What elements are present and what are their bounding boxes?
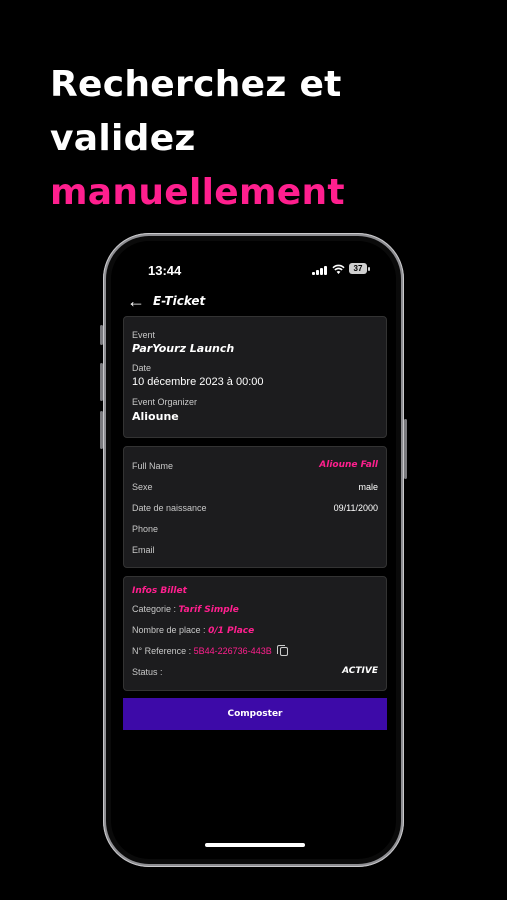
app-bar: ← E-Ticket	[127, 291, 205, 311]
reference-value: 5B44-226736-443B	[193, 646, 272, 656]
volume-down-button	[100, 411, 103, 449]
places-label: Nombre de place : 0/1 Place	[132, 625, 255, 636]
event-card: Event ParYourz Launch Date 10 décembre 2…	[123, 316, 387, 438]
category-value: Tarif Simple	[178, 605, 239, 615]
sexe-label: Sexe	[132, 482, 153, 492]
status-badge: ACTIVE	[342, 666, 378, 676]
ticket-card: Infos Billet Categorie : Tarif Simple No…	[123, 576, 387, 691]
event-value: ParYourz Launch	[132, 342, 235, 355]
email-label: Email	[132, 545, 155, 555]
headline-line-1: Recherchez et	[50, 64, 342, 105]
dynamic-island	[223, 260, 287, 282]
mute-switch	[100, 325, 103, 345]
page-title: E-Ticket	[153, 294, 206, 308]
category-label: Categorie : Tarif Simple	[132, 604, 239, 615]
dob-label: Date de naissance	[132, 503, 207, 513]
ticket-card-title: Infos Billet	[132, 586, 187, 596]
phone-screen: 13:44 37 ← E-Ticket Event ParYourz Launc…	[111, 241, 396, 859]
organizer-value: Alioune	[132, 410, 179, 423]
date-label: Date	[132, 363, 152, 373]
wifi-icon	[332, 264, 345, 274]
organizer-label: Event Organizer	[132, 397, 198, 407]
fullname-value: Alioune Fall	[319, 460, 378, 470]
copy-icon[interactable]	[277, 645, 289, 657]
status-label: Status :	[132, 667, 163, 677]
phone-frame: 13:44 37 ← E-Ticket Event ParYourz Launc…	[100, 233, 407, 867]
power-button	[404, 419, 407, 479]
places-value: 0/1 Place	[208, 626, 255, 636]
fullname-label: Full Name	[132, 461, 174, 471]
status-time: 13:44	[148, 263, 182, 278]
home-indicator	[205, 843, 305, 847]
phone-label: Phone	[132, 524, 159, 534]
dob-value: 09/11/2000	[333, 503, 378, 513]
person-card: Full Name Alioune Fall Sexe male Date de…	[123, 446, 387, 568]
date-value: 10 décembre 2023 à 00:00	[132, 376, 264, 388]
composter-button[interactable]: Composter	[123, 698, 387, 730]
headline-line-2: validez	[50, 118, 196, 159]
status-bar: 13:44 37	[111, 260, 396, 282]
reference-label: N° Reference : 5B44-226736-443B	[132, 645, 289, 657]
headline: Recherchez et validez manuellement	[50, 58, 345, 220]
event-label: Event	[132, 330, 156, 340]
signal-icon	[312, 266, 327, 275]
arrow-left-icon[interactable]: ←	[127, 292, 145, 310]
battery-icon: 37	[349, 263, 370, 274]
headline-line-3: manuellement	[50, 172, 345, 213]
volume-up-button	[100, 363, 103, 401]
sexe-value: male	[358, 482, 378, 492]
